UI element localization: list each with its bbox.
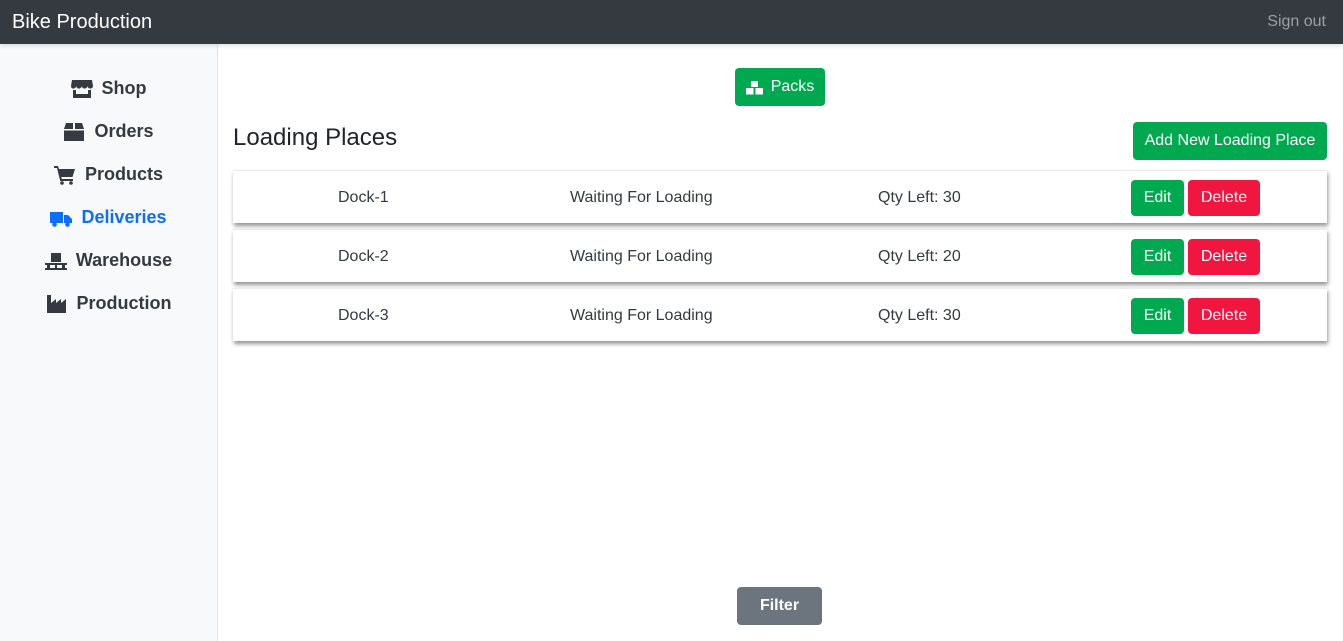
table-row: Dock-2 Waiting For Loading Qty Left: 20 …: [233, 229, 1327, 282]
sidebar-item-label: Products: [84, 164, 163, 184]
loading-place-status: Waiting For Loading: [570, 247, 713, 265]
sidebar-item-warehouse[interactable]: Warehouse: [0, 239, 217, 282]
sidebar-item-label: Deliveries: [81, 207, 167, 227]
sidebar-item-label: Warehouse: [75, 250, 173, 270]
edit-button[interactable]: Edit: [1131, 180, 1184, 216]
filter-button[interactable]: Filter: [737, 587, 822, 625]
cubes-icon: [745, 80, 763, 94]
add-loading-place-button[interactable]: Add New Loading Place: [1133, 122, 1327, 160]
edit-button[interactable]: Edit: [1131, 239, 1184, 275]
sidebar-item-label: Orders: [94, 121, 154, 141]
delete-button[interactable]: Delete: [1188, 180, 1260, 216]
sidebar-item-orders[interactable]: Orders: [0, 110, 217, 153]
sign-out-link[interactable]: Sign out: [1267, 13, 1326, 31]
loading-place-qty: Qty Left: 30: [878, 188, 961, 206]
page-title: Loading Places: [233, 124, 398, 151]
store-icon: [70, 79, 93, 99]
table-row: Dock-1 Waiting For Loading Qty Left: 30 …: [233, 170, 1327, 223]
sidebar-item-label: Production: [76, 293, 172, 313]
shopping-cart-icon: [53, 165, 76, 185]
sidebar-nav: Shop Orders Products Deliveries Warehous…: [0, 44, 217, 325]
sidebar-item-products[interactable]: Products: [0, 153, 217, 196]
pallet-icon: [44, 251, 67, 271]
box-icon: [63, 122, 85, 142]
edit-button[interactable]: Edit: [1131, 298, 1184, 334]
sidebar-item-deliveries[interactable]: Deliveries: [0, 196, 217, 239]
brand-title[interactable]: Bike Production: [12, 11, 152, 34]
top-navbar: Bike Production Sign out: [0, 0, 1343, 44]
industry-icon: [46, 294, 68, 314]
sidebar-item-production[interactable]: Production: [0, 282, 217, 325]
packs-button-label: Packs: [770, 78, 815, 95]
loading-place-status: Waiting For Loading: [570, 188, 713, 206]
delete-button[interactable]: Delete: [1188, 298, 1260, 334]
main-content: Packs Loading Places Add New Loading Pla…: [218, 44, 1343, 641]
sidebar-item-shop[interactable]: Shop: [0, 67, 217, 110]
loading-place-qty: Qty Left: 20: [878, 247, 961, 265]
sidebar: Shop Orders Products Deliveries Warehous…: [0, 44, 218, 641]
loading-place-name: Dock-2: [338, 247, 389, 265]
loading-place-name: Dock-1: [338, 188, 389, 206]
loading-place-status: Waiting For Loading: [570, 306, 713, 324]
loading-place-qty: Qty Left: 30: [878, 306, 961, 324]
sidebar-item-label: Shop: [101, 78, 147, 98]
delete-button[interactable]: Delete: [1188, 239, 1260, 275]
table-row: Dock-3 Waiting For Loading Qty Left: 30 …: [233, 288, 1327, 341]
loading-place-name: Dock-3: [338, 306, 389, 324]
packs-button[interactable]: Packs: [735, 68, 825, 106]
truck-icon: [50, 208, 73, 228]
